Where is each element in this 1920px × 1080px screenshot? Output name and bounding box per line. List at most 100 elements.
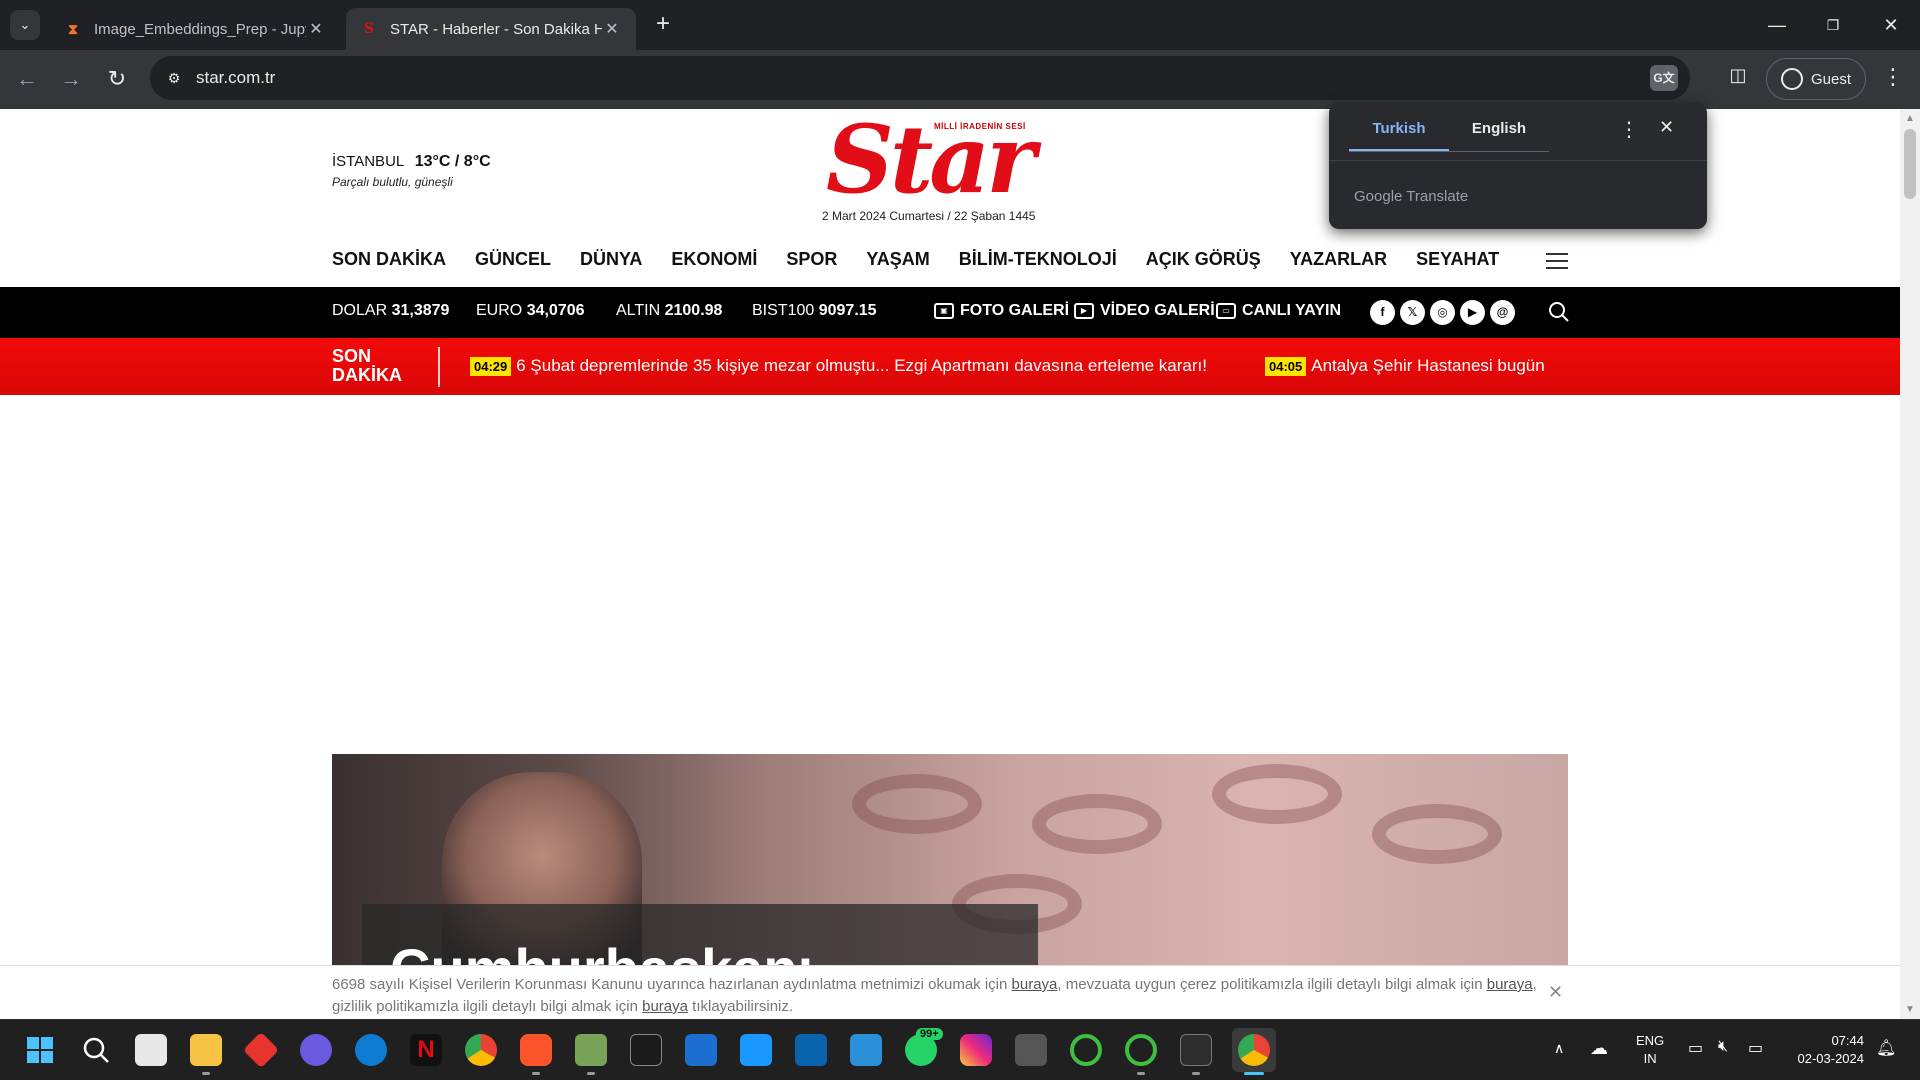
side-panel-button[interactable]: ◫ [1724, 65, 1752, 93]
video-gallery-link[interactable]: ▶ VİDEO GALERİ [1074, 302, 1215, 320]
nav-item-seyahat[interactable]: SEYAHAT [1416, 249, 1499, 270]
nav-item-acik-gorus[interactable]: AÇIK GÖRÜŞ [1146, 249, 1261, 270]
photo-gallery-link[interactable]: ▣ FOTO GALERİ [934, 302, 1069, 320]
more-vert-icon[interactable]: ⋮ [1619, 117, 1639, 142]
url-text[interactable]: star.com.tr [196, 68, 275, 88]
translate-icon[interactable]: G文 [1650, 65, 1678, 91]
new-tab-button[interactable]: + [650, 12, 676, 38]
nav-item-ekonomi[interactable]: EKONOMİ [671, 249, 757, 270]
scrollbar-thumb[interactable] [1904, 129, 1916, 199]
x-icon[interactable]: 𝕏 [1400, 300, 1425, 325]
search-icon[interactable] [80, 1034, 112, 1066]
nav-item-yazarlar[interactable]: YAZARLAR [1290, 249, 1387, 270]
tab-target-language[interactable]: English [1449, 120, 1549, 137]
netflix-icon[interactable]: N [410, 1034, 442, 1066]
restore-button[interactable]: ❐ [1818, 10, 1848, 40]
tab-search-button[interactable]: ⌄ [10, 10, 40, 40]
terminal-icon[interactable] [630, 1034, 662, 1066]
market-bist100[interactable]: BIST100 9097.15 [752, 302, 877, 320]
chrome-icon[interactable] [1238, 1034, 1270, 1066]
running-indicator [1192, 1072, 1200, 1075]
market-altin[interactable]: ALTIN 2100.98 [616, 302, 722, 320]
banknote-shape [1212, 764, 1342, 824]
search-icon[interactable] [1548, 301, 1570, 323]
market-name: EURO [476, 302, 523, 319]
close-icon[interactable]: ✕ [1659, 117, 1674, 138]
breaking-label-line: SON [332, 346, 372, 366]
cookie-link[interactable]: buraya [1487, 976, 1533, 993]
hamburger-menu-icon[interactable] [1546, 253, 1568, 269]
scroll-down-icon[interactable]: ▼ [1905, 1004, 1915, 1015]
address-bar[interactable]: ⚙ star.com.tr G文 [150, 56, 1690, 100]
file-explorer-icon[interactable] [190, 1034, 222, 1066]
market-dolar[interactable]: DOLAR 31,3879 [332, 302, 449, 320]
facebook-icon[interactable]: f [1370, 300, 1395, 325]
store-icon[interactable] [135, 1034, 167, 1066]
window-close-button[interactable]: ✕ [1876, 10, 1906, 40]
scroll-up-icon[interactable]: ▲ [1905, 113, 1915, 124]
battery-icon[interactable]: ▭ [1748, 1038, 1763, 1058]
nav-item-bilim-teknoloji[interactable]: BİLİM-TEKNOLOJİ [959, 249, 1117, 270]
app-ring-icon[interactable] [1125, 1034, 1157, 1066]
tab-star[interactable]: S STAR - Haberler - Son Dakika H ✕ [346, 8, 636, 50]
tab-jupyter[interactable]: ⧗ Image_Embeddings_Prep - Jupyt ✕ [50, 8, 340, 50]
browser-menu-button[interactable]: ⋮ [1880, 64, 1906, 94]
banknote-shape [1032, 794, 1162, 854]
breaking-item[interactable]: 04:05 Antalya Şehir Hastanesi bugün [1265, 356, 1545, 376]
input-language[interactable]: ENG IN [1636, 1032, 1664, 1068]
forward-button[interactable]: → [56, 64, 86, 94]
vscode-icon[interactable] [850, 1034, 882, 1066]
notification-bell-icon[interactable]: 🔔︎ [1876, 1038, 1896, 1058]
breaking-text: 6 Şubat depremlerinde 35 kişiye mezar ol… [516, 356, 1207, 375]
youtube-icon[interactable]: ▶ [1460, 300, 1485, 325]
site-logo[interactable]: MİLLİ İRADENİN SESİ Star [826, 113, 1076, 207]
app-ring-icon[interactable] [1070, 1034, 1102, 1066]
edge-icon[interactable] [355, 1034, 387, 1066]
market-euro[interactable]: EURO 34,0706 [476, 302, 585, 320]
nav-item-dunya[interactable]: DÜNYA [580, 249, 642, 270]
minimize-button[interactable]: — [1762, 10, 1792, 40]
tab-source-language[interactable]: Turkish [1349, 120, 1449, 151]
copilot-icon[interactable] [300, 1034, 332, 1066]
nav-item-guncel[interactable]: GÜNCEL [475, 249, 551, 270]
cookie-link[interactable]: buraya [1012, 976, 1058, 993]
weather-temp: 13°C / 8°C [414, 153, 491, 170]
network-icon[interactable]: ▭ [1688, 1038, 1703, 1058]
outlook-icon[interactable] [795, 1034, 827, 1066]
live-broadcast-link[interactable]: ▭ CANLI YAYIN [1216, 302, 1341, 320]
volume-muted-icon[interactable]: 🔇︎ [1718, 1038, 1728, 1056]
cookie-link[interactable]: buraya [642, 998, 688, 1015]
site-info-icon[interactable]: ⚙ [162, 66, 186, 90]
app-blue-icon[interactable] [685, 1034, 717, 1066]
nav-item-yasam[interactable]: YAŞAM [866, 249, 929, 270]
close-icon[interactable]: ✕ [1548, 982, 1563, 1003]
powershell-icon[interactable] [1180, 1034, 1212, 1066]
back-button[interactable]: ← [12, 64, 42, 94]
market-value: 34,0706 [526, 302, 585, 319]
clock[interactable]: 07:44 02-03-2024 [1784, 1032, 1865, 1068]
brave-icon[interactable] [520, 1034, 552, 1066]
page-scrollbar[interactable]: ▲ ▼ [1900, 109, 1920, 1019]
reload-button[interactable]: ↻ [102, 64, 132, 94]
threads-icon[interactable]: @ [1490, 300, 1515, 325]
app-green-icon[interactable] [575, 1034, 607, 1066]
app-gray-icon[interactable] [1015, 1034, 1047, 1066]
close-icon[interactable]: ✕ [306, 19, 326, 39]
breaking-news-bar: SON DAKİKA 04:29 6 Şubat depremlerinde 3… [0, 338, 1900, 395]
prime-video-icon[interactable] [740, 1034, 772, 1066]
breaking-item[interactable]: 04:29 6 Şubat depremlerinde 35 kişiye me… [470, 356, 1207, 376]
chrome-icon[interactable] [465, 1034, 497, 1066]
tray-overflow-icon[interactable]: ∧ [1554, 1040, 1564, 1057]
instagram-icon[interactable] [960, 1034, 992, 1066]
nav-item-son-dakika[interactable]: SON DAKİKA [332, 249, 446, 270]
nav-item-spor[interactable]: SPOR [786, 249, 837, 270]
breaking-text: Antalya Şehir Hastanesi bugün [1311, 356, 1545, 375]
profile-button[interactable]: Guest [1766, 58, 1866, 100]
translate-popup: Turkish English ⋮ ✕ Google Translate [1329, 103, 1707, 229]
close-icon[interactable]: ✕ [602, 19, 622, 39]
onedrive-icon[interactable]: ☁ [1590, 1038, 1608, 1059]
instagram-icon[interactable]: ◎ [1430, 300, 1455, 325]
windows-start-icon[interactable] [24, 1034, 56, 1066]
restore-icon: ❐ [1826, 17, 1840, 33]
app-red-icon[interactable] [242, 1031, 280, 1069]
